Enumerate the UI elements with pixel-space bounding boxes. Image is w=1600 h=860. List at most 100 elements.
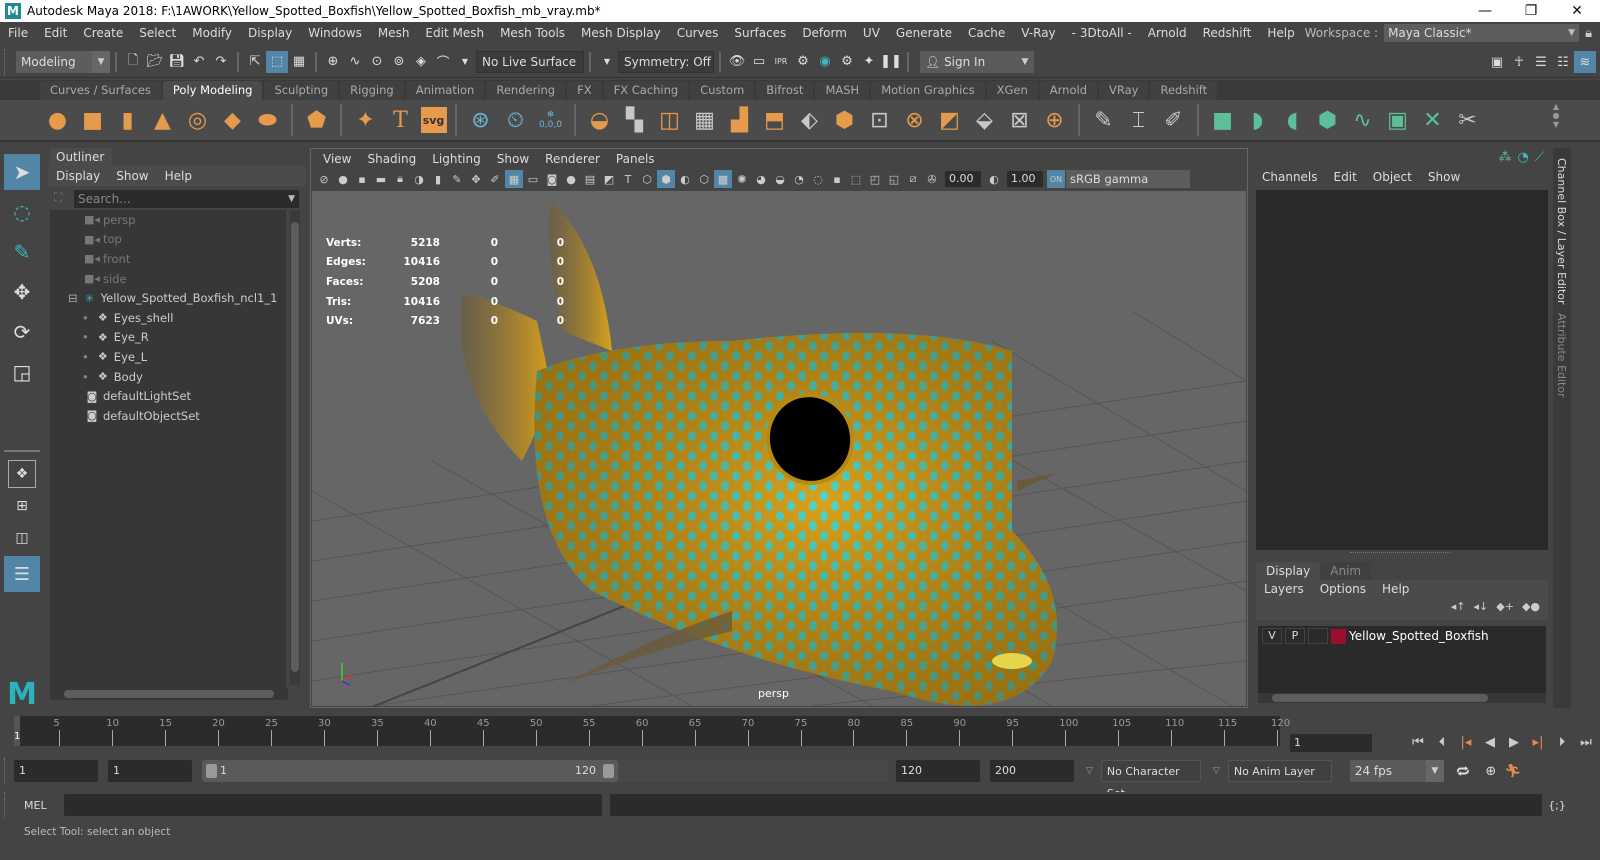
menu-v-ray[interactable]: V-Ray <box>1013 26 1063 40</box>
menu-arnold[interactable]: Arnold <box>1140 26 1195 40</box>
chevron-down-icon[interactable]: ▼ <box>454 51 476 73</box>
menu-curves[interactable]: Curves <box>669 26 727 40</box>
filter-icon[interactable]: ⛶ <box>54 190 62 205</box>
film-gate-icon[interactable]: ▭ <box>524 170 542 188</box>
3d-scene[interactable]: Verts: 5218 0 0 Edges: 10416 0 0 Faces: 5208 0 0 Tri… <box>312 191 1246 706</box>
select-tool-icon[interactable]: ➤ <box>4 154 40 190</box>
shelf-tab-mash[interactable]: MASH <box>815 81 870 100</box>
tool-settings-icon[interactable]: ⟋ <box>1535 150 1544 165</box>
viewport-menu-lighting[interactable]: Lighting <box>424 152 489 166</box>
scene-end-field[interactable]: 200 <box>990 760 1074 782</box>
bridge-icon[interactable]: ⬖ <box>795 105 825 135</box>
undo-icon[interactable]: ↶ <box>188 51 210 73</box>
animation-preferences-icon[interactable]: 🏃︎ <box>1502 760 1524 782</box>
play-forwards-icon[interactable]: ▶ <box>1504 733 1524 753</box>
poly-type-icon[interactable]: T <box>386 105 416 135</box>
menu-surfaces[interactable]: Surfaces <box>726 26 794 40</box>
channel-box-menu-object[interactable]: Object <box>1365 170 1420 188</box>
shelf-scroll[interactable]: ▲ ● ▼ <box>1550 102 1562 138</box>
shelf-tab-custom[interactable]: Custom <box>690 81 755 100</box>
channel-box-side-tab[interactable]: Channel Box / Layer Editor <box>1555 158 1568 305</box>
outliner-item[interactable]: • ❖ Eyes_shell <box>50 308 286 328</box>
render-settings-icon[interactable]: ⚙ <box>792 51 814 73</box>
render-current-icon[interactable]: ▭ <box>748 51 770 73</box>
snap-view-icon[interactable]: ⊚ <box>388 51 410 73</box>
smooth-icon[interactable]: ▦ <box>690 105 720 135</box>
lock-icon[interactable]: 🔒︎ <box>1585 26 1592 41</box>
mirror-icon[interactable]: ◫ <box>655 105 685 135</box>
cylindrical-map-icon[interactable]: ◗ <box>1243 105 1273 135</box>
time-slider-track[interactable]: 1 5 10 15 20 25 30 35 40 45 50 55 60 65 70 75 80 85 90 95 1… <box>14 716 1290 746</box>
scene-start-field[interactable]: 1 <box>14 760 98 782</box>
wireframe-icon[interactable]: ⬡ <box>638 170 656 188</box>
bookmark-icon[interactable]: ▮ <box>429 170 447 188</box>
wedge-icon[interactable]: ⊗ <box>900 105 930 135</box>
splitter-handle[interactable] <box>1350 552 1450 553</box>
auto-key-icon[interactable]: ⊕ <box>1480 760 1502 782</box>
channel-box-menu-channels[interactable]: Channels <box>1254 170 1326 188</box>
outliner-item[interactable]: ■◂ side <box>50 269 286 289</box>
layer-color-swatch[interactable] <box>1331 628 1346 644</box>
menu-mesh[interactable]: Mesh <box>370 26 418 40</box>
current-time-marker[interactable]: 1 <box>14 716 20 746</box>
snap-live-icon[interactable]: ⌒ <box>432 51 454 73</box>
motion-blur-icon[interactable]: ◔ <box>790 170 808 188</box>
poly-cube-icon[interactable]: ■ <box>78 105 108 135</box>
poly-cylinder-icon[interactable]: ▮ <box>113 105 143 135</box>
range-slider[interactable]: 1 120 <box>202 760 618 782</box>
go-to-start-icon[interactable]: ⏮ <box>1408 733 1428 753</box>
poke-icon[interactable]: ⊡ <box>865 105 895 135</box>
character-set-arrow-icon[interactable]: ▽ <box>1086 766 1093 776</box>
menu-windows[interactable]: Windows <box>300 26 370 40</box>
lock-camera-icon[interactable]: 🔒︎ <box>391 170 409 188</box>
outliner-tab[interactable]: Outliner <box>50 148 112 166</box>
two-view-layout-icon[interactable]: ◫ <box>8 524 36 552</box>
grease-pencil-icon[interactable]: ✎ <box>448 170 466 188</box>
poly-disc-icon[interactable]: ⬬ <box>253 105 283 135</box>
select-by-hierarchy-icon[interactable]: ⇱ <box>244 51 266 73</box>
merge-icon[interactable]: ⊕ <box>1040 105 1070 135</box>
scroll-thumb[interactable] <box>64 690 274 698</box>
unfold-icon[interactable]: ✕ <box>1418 105 1448 135</box>
separate-icon[interactable]: ▚ <box>620 105 650 135</box>
outliner-item[interactable]: ◙ defaultLightSet <box>50 386 286 406</box>
range-end-handle[interactable] <box>603 764 614 778</box>
hypershade-icon[interactable]: ◉ <box>814 51 836 73</box>
loop-icon[interactable]: 🔁︎ <box>1452 760 1474 782</box>
shelf-tab-xgen[interactable]: XGen <box>986 81 1038 100</box>
menu-redshift[interactable]: Redshift <box>1195 26 1260 40</box>
new-layer-icon[interactable]: ◆+ <box>1496 600 1514 613</box>
outliner-item[interactable]: • ❖ Eye_R <box>50 328 286 348</box>
color-management-toggle-icon[interactable]: ON <box>1047 170 1065 188</box>
delete-history-icon[interactable]: ⏲ <box>501 105 531 135</box>
tool-settings-icon[interactable]: ☷ <box>1552 51 1574 73</box>
resolution-gate-icon[interactable]: ◙ <box>543 170 561 188</box>
modeling-toolkit-icon[interactable]: ▣ <box>1486 51 1508 73</box>
shelf-tab-bifrost[interactable]: Bifrost <box>756 81 814 100</box>
paint-icon[interactable]: ✐ <box>486 170 504 188</box>
menu-select[interactable]: Select <box>131 26 184 40</box>
screen-space-ao-icon[interactable]: ◒ <box>771 170 789 188</box>
auto-map-icon[interactable]: ⬢ <box>1313 105 1343 135</box>
move-layer-up-icon[interactable]: ◂↑ <box>1451 600 1466 613</box>
depth-of-field-icon[interactable]: ▪ <box>828 170 846 188</box>
step-back-frame-icon[interactable]: ⏴ <box>1432 733 1452 753</box>
fps-dropdown[interactable]: 24 fps ▼ <box>1349 760 1444 782</box>
xray-components-icon[interactable]: ⧄ <box>904 170 922 188</box>
menu-mesh-tools[interactable]: Mesh Tools <box>492 26 573 40</box>
shelf-tab-fx-caching[interactable]: FX Caching <box>603 81 689 100</box>
uv-editor-icon[interactable]: ▣ <box>1383 105 1413 135</box>
outliner-search-input[interactable]: Search... <box>74 190 299 208</box>
restore-button[interactable]: ❐ <box>1508 0 1554 22</box>
anti-aliasing-icon[interactable]: ◌ <box>809 170 827 188</box>
current-frame-field[interactable]: 1 <box>1290 734 1372 752</box>
textured-icon[interactable]: ▩ <box>714 170 732 188</box>
wireframe-on-shaded-icon[interactable]: ⬡ <box>695 170 713 188</box>
outliner-item[interactable]: • ❖ Body <box>50 367 286 387</box>
live-surface-field[interactable]: No Live Surface <box>476 50 584 73</box>
ipr-render-icon[interactable]: IPR <box>770 51 792 73</box>
exposure-field[interactable]: 0.00 <box>945 171 981 187</box>
viewport-menu-view[interactable]: View <box>315 152 359 166</box>
layer-horizontal-scrollbar[interactable] <box>1258 693 1546 703</box>
single-perspective-layout-icon[interactable]: ❖ <box>8 460 36 488</box>
